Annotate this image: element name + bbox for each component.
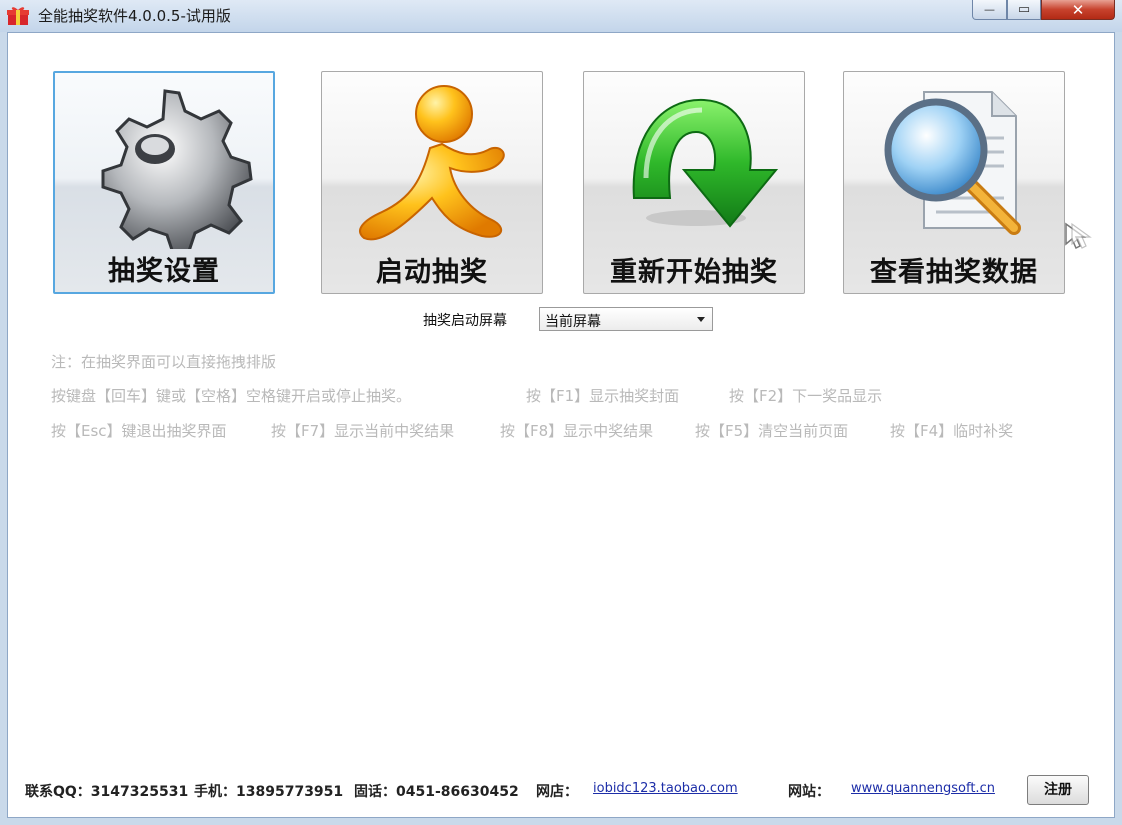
hint-f8: 按【F8】显示中奖结果 bbox=[500, 422, 654, 440]
mouse-cursor-icon bbox=[1065, 222, 1092, 250]
contact-landline: 固话：0451-86630452 bbox=[354, 784, 519, 800]
restart-arrow-icon bbox=[632, 98, 779, 228]
screen-selector-label: 抽奖启动屏幕 bbox=[423, 313, 507, 329]
main-panel: 抽奖设置 启动抽奖 重新开始抽奖 查看抽奖数据 抽奖启动屏幕 当前屏幕 注：在抽… bbox=[7, 32, 1115, 818]
screen-select[interactable]: 当前屏幕 bbox=[539, 307, 713, 331]
hint-f5: 按【F5】清空当前页面 bbox=[695, 422, 849, 440]
window-title: 全能抽奖软件4.0.0.5-试用版 bbox=[38, 7, 231, 25]
hint-note: 注：在抽奖界面可以直接拖拽排版 bbox=[51, 353, 277, 371]
lottery-settings-button[interactable]: 抽奖设置 bbox=[53, 71, 275, 294]
minimize-icon: — bbox=[984, 3, 995, 16]
start-lottery-button[interactable]: 启动抽奖 bbox=[321, 71, 543, 294]
gift-box-icon bbox=[7, 7, 29, 25]
shop-label: 网店： bbox=[536, 784, 578, 800]
contact-qq: 联系QQ：3147325531 bbox=[25, 784, 189, 800]
hint-f7: 按【F7】显示当前中奖结果 bbox=[271, 422, 455, 440]
hint-esc: 按【Esc】键退出抽奖界面 bbox=[51, 422, 227, 440]
tile-label: 抽奖设置 bbox=[108, 256, 220, 287]
minimize-button[interactable]: — bbox=[972, 0, 1007, 20]
chevron-down-icon bbox=[697, 317, 705, 322]
runner-icon bbox=[359, 85, 505, 241]
contact-phone: 手机：13895773951 bbox=[194, 784, 344, 800]
website-link[interactable]: www.quannengsoft.cn bbox=[851, 781, 995, 796]
magnifier-document-icon bbox=[884, 91, 1021, 235]
shop-link[interactable]: iobidc123.taobao.com bbox=[593, 781, 738, 796]
website-label: 网站： bbox=[788, 784, 830, 800]
tile-label: 重新开始抽奖 bbox=[610, 257, 778, 288]
title-bar: 全能抽奖软件4.0.0.5-试用版 — ▭ ✕ bbox=[0, 0, 1122, 32]
close-icon: ✕ bbox=[1071, 0, 1085, 19]
gear-icon bbox=[101, 89, 253, 249]
maximize-icon: ▭ bbox=[1017, 2, 1031, 17]
tile-label: 查看抽奖数据 bbox=[870, 257, 1038, 288]
hint-enter-space: 按键盘【回车】键或【空格】空格键开启或停止抽奖。 bbox=[51, 387, 412, 405]
close-button[interactable]: ✕ bbox=[1041, 0, 1115, 20]
register-button[interactable]: 注册 bbox=[1027, 775, 1089, 805]
hint-f2: 按【F2】下一奖品显示 bbox=[729, 387, 883, 405]
screen-select-value: 当前屏幕 bbox=[545, 314, 601, 330]
restart-lottery-button[interactable]: 重新开始抽奖 bbox=[583, 71, 805, 294]
maximize-button[interactable]: ▭ bbox=[1007, 0, 1041, 20]
tile-label: 启动抽奖 bbox=[376, 257, 488, 288]
hint-f4: 按【F4】临时补奖 bbox=[890, 422, 1014, 440]
view-lottery-data-button[interactable]: 查看抽奖数据 bbox=[843, 71, 1065, 294]
hint-f1: 按【F1】显示抽奖封面 bbox=[526, 387, 680, 405]
